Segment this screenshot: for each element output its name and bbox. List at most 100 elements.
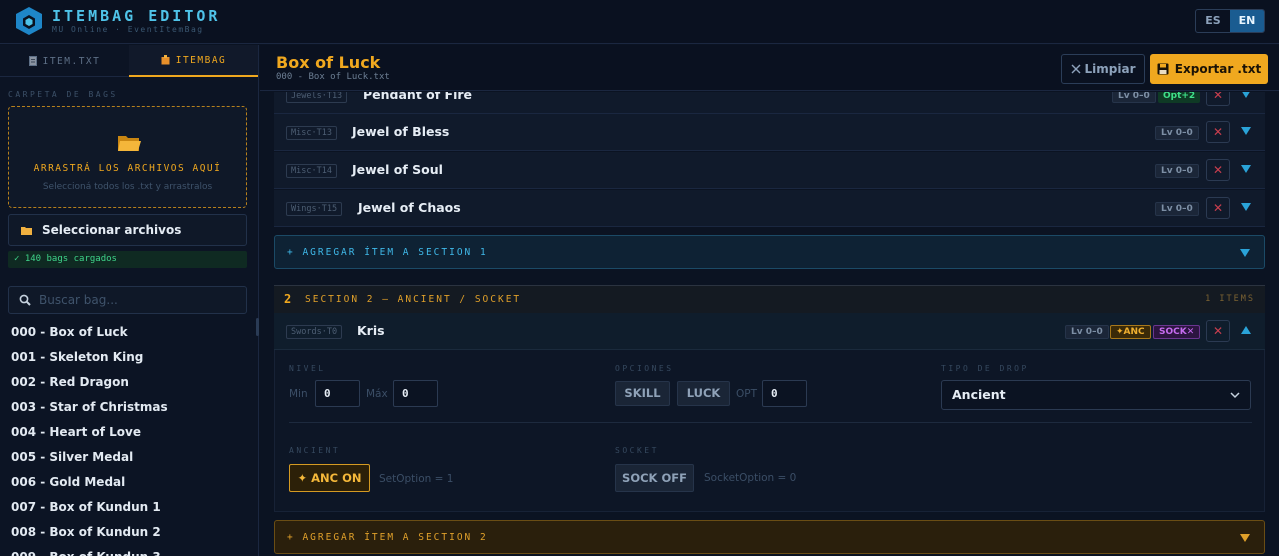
skill-toggle[interactable]: SKILL — [615, 381, 670, 406]
level-badge: Lv 0–0 — [1065, 325, 1109, 339]
document-icon — [28, 56, 37, 66]
remove-item-button[interactable]: ✕ — [1206, 121, 1230, 143]
level-badge: Lv 0–0 — [1155, 126, 1199, 140]
bag-editor: Jewels·T13 Pendant of Fire Lv 0–0 Opt+2 … — [260, 92, 1279, 556]
item-row[interactable]: Wings·T15 Jewel of Chaos Lv 0–0 ✕ — [274, 190, 1265, 227]
bag-list-item[interactable]: 004 - Heart of Love — [0, 420, 259, 445]
app-subtitle: MU Online · EventItemBag — [52, 25, 204, 34]
socket-option-text: SocketOption = 0 — [704, 472, 797, 484]
section-title: SECTION 2 — ANCIENT / SOCKET — [305, 294, 522, 305]
options-section-label: OPCIONES — [615, 364, 674, 373]
ancient-badge: ✦ANC — [1110, 325, 1151, 339]
section-number: 2 — [284, 292, 292, 306]
bag-title: Box of Luck — [276, 53, 381, 72]
export-label: Exportar .txt — [1174, 62, 1262, 76]
remove-item-button[interactable]: ✕ — [1206, 159, 1230, 181]
item-row[interactable]: Misc·T13 Jewel of Bless Lv 0–0 ✕ — [274, 114, 1265, 151]
bag-list-item[interactable]: 005 - Silver Medal — [0, 445, 259, 470]
folder-open-icon — [118, 136, 141, 151]
bag-list-item[interactable]: 002 - Red Dragon — [0, 370, 259, 395]
level-badge: Lv 0–0 — [1155, 164, 1199, 178]
drop-type-select[interactable]: Ancient — [941, 380, 1251, 410]
drop-type-value: Ancient — [952, 387, 1006, 402]
ancient-toggle[interactable]: ✦ ANC ON — [289, 464, 370, 492]
bag-icon — [161, 55, 170, 65]
bag-list-item[interactable]: 009 - Box of Kundun 3 — [0, 545, 259, 556]
triangle-down-icon[interactable] — [1239, 92, 1253, 101]
bag-list: 000 - Box of Luck 001 - Skeleton King 00… — [0, 320, 259, 556]
add-item-label: + AGREGAR ÍTEM A SECTION 2 — [287, 532, 488, 543]
item-category-tag: Swords·T0 — [286, 325, 343, 339]
remove-item-button[interactable]: ✕ — [1206, 92, 1230, 106]
folder-icon — [21, 226, 32, 235]
add-item-label: + AGREGAR ÍTEM A SECTION 1 — [287, 247, 488, 258]
select-files-button[interactable]: Seleccionar archivos — [8, 214, 247, 246]
drop-type-label: TIPO DE DROP — [941, 364, 1029, 373]
level-section-label: NIVEL — [289, 364, 326, 373]
remove-item-button[interactable]: ✕ — [1206, 320, 1230, 342]
language-switcher: ES EN — [1195, 9, 1265, 33]
lang-en-button[interactable]: EN — [1230, 10, 1264, 32]
ancient-section-label: ANCIENT — [289, 446, 341, 455]
item-detail-panel: NIVEL Min 0 Máx 0 OPCIONES SKILL LUCK OP… — [274, 350, 1265, 512]
sidebar-tabs: ITEM.TXT ITEMBAG — [0, 45, 259, 77]
bag-list-item[interactable]: 003 - Star of Christmas — [0, 395, 259, 420]
floppy-disk-icon — [1157, 63, 1169, 75]
divider — [289, 422, 1252, 423]
bag-list-item[interactable]: 006 - Gold Medal — [0, 470, 259, 495]
clear-label: Limpiar — [1084, 62, 1136, 76]
bag-list-item[interactable]: 007 - Box of Kundun 1 — [0, 495, 259, 520]
add-item-section1-button[interactable]: + AGREGAR ÍTEM A SECTION 1 — [274, 235, 1265, 269]
min-label: Min — [289, 388, 308, 400]
chevron-down-icon — [1230, 392, 1240, 399]
item-row-expanded[interactable]: Swords·T0 Kris Lv 0–0 ✦ANC SOCK✕ ✕ — [274, 313, 1265, 350]
add-item-section2-button[interactable]: + AGREGAR ÍTEM A SECTION 2 — [274, 520, 1265, 554]
bag-header: Box of Luck 000 - Box of Luck.txt Limpia… — [260, 45, 1279, 91]
clear-button[interactable]: Limpiar — [1061, 54, 1145, 84]
socket-toggle[interactable]: SOCK OFF — [615, 464, 694, 492]
export-button[interactable]: Exportar .txt — [1150, 54, 1268, 84]
item-row[interactable]: Jewels·T13 Pendant of Fire Lv 0–0 Opt+2 … — [274, 92, 1265, 114]
tab-itembag[interactable]: ITEMBAG — [129, 45, 258, 77]
search-input[interactable] — [39, 293, 239, 307]
option-badge: Opt+2 — [1158, 92, 1201, 103]
triangle-down-icon[interactable] — [1239, 200, 1253, 214]
app-header: ITEMBAG EDITOR MU Online · EventItemBag … — [0, 0, 1279, 44]
hexagon-logo-icon — [16, 7, 42, 35]
triangle-down-icon[interactable] — [1239, 124, 1253, 138]
section-item-count: 1 ITEMS — [1205, 294, 1255, 304]
lang-es-button[interactable]: ES — [1196, 10, 1230, 32]
item-category-tag: Misc·T13 — [286, 126, 337, 140]
level-min-input[interactable]: 0 — [315, 380, 360, 407]
bag-list-item[interactable]: 000 - Box of Luck — [0, 320, 259, 345]
item-category-tag: Wings·T15 — [286, 202, 343, 216]
bag-list-item[interactable]: 001 - Skeleton King — [0, 345, 259, 370]
file-dropzone[interactable]: ARRASTRÁ LOS ARCHIVOS AQUÍ Seleccioná to… — [8, 106, 247, 208]
app-title: ITEMBAG EDITOR — [52, 7, 221, 25]
triangle-up-icon[interactable] — [1239, 323, 1253, 337]
dropzone-subtitle: Seleccioná todos los .txt y arrastralos — [42, 182, 213, 192]
remove-item-button[interactable]: ✕ — [1206, 197, 1230, 219]
triangle-down-icon[interactable] — [1239, 162, 1253, 176]
bag-list-scrollbar[interactable] — [256, 318, 259, 336]
item-category-tag: Misc·T14 — [286, 164, 337, 178]
triangle-down-icon — [1240, 249, 1250, 257]
item-name: Jewel of Soul — [352, 162, 443, 177]
level-badge: Lv 0–0 — [1112, 92, 1156, 103]
level-badge: Lv 0–0 — [1155, 202, 1199, 216]
section2-header[interactable]: 2 SECTION 2 — ANCIENT / SOCKET 1 ITEMS — [274, 285, 1265, 313]
loaded-status: ✓ 140 bags cargados — [8, 251, 247, 268]
set-option-text: SetOption = 1 — [379, 473, 454, 485]
socket-section-label: SOCKET — [615, 446, 659, 455]
folder-section-label: CARPETA DE BAGS — [8, 90, 118, 99]
item-row[interactable]: Misc·T14 Jewel of Soul Lv 0–0 ✕ — [274, 152, 1265, 189]
bag-list-item[interactable]: 008 - Box of Kundun 2 — [0, 520, 259, 545]
level-max-input[interactable]: 0 — [393, 380, 438, 407]
triangle-down-icon — [1240, 534, 1250, 542]
tab-item-txt[interactable]: ITEM.TXT — [0, 45, 129, 77]
opt-label: OPT — [736, 388, 758, 400]
luck-toggle[interactable]: LUCK — [677, 381, 730, 406]
bag-search — [8, 286, 247, 314]
opt-input[interactable]: 0 — [762, 380, 807, 407]
item-name: Pendant of Fire — [363, 92, 472, 102]
